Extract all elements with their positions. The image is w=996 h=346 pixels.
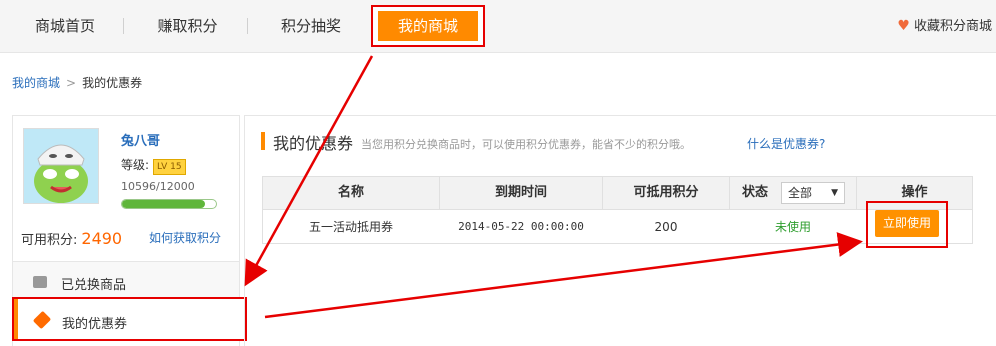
level-row: 等级: LV 15	[121, 156, 186, 175]
level-badge: LV 15	[153, 159, 186, 175]
page-title: 我的优惠券	[273, 134, 354, 153]
column-header-status: 状态	[741, 185, 768, 200]
page-description: 当您用积分兑换商品时，可以使用积分优惠券，能省不少的积分哦。	[361, 138, 691, 151]
status-filter-select[interactable]: 全部 ▼	[781, 182, 845, 204]
how-to-get-points-link[interactable]: 如何获取积分	[149, 229, 221, 246]
username[interactable]: 兔八哥	[121, 130, 160, 149]
nav-item-home[interactable]: 商城首页	[30, 0, 100, 52]
column-header-name: 名称	[337, 185, 364, 200]
sidebar-item-label: 我的优惠券	[62, 317, 128, 332]
active-indicator	[14, 299, 18, 339]
briefcase-icon	[33, 276, 47, 288]
sidebar-item-my-coupons[interactable]: 我的优惠券	[12, 297, 247, 341]
heart-icon: ♥	[897, 18, 910, 34]
nav-item-my-mall[interactable]: 我的商城	[378, 11, 478, 41]
nav-divider	[123, 18, 124, 34]
top-nav: 商城首页 赚取积分 积分抽奖 我的商城 ♥ 收藏积分商城	[0, 0, 996, 53]
favorite-mall-label: 收藏积分商城	[913, 19, 992, 34]
column-header-points: 可抵用积分	[633, 185, 699, 200]
column-header-expire: 到期时间	[494, 185, 547, 200]
points-label: 可用积分:	[21, 233, 78, 248]
level-label: 等级:	[121, 158, 150, 172]
exp-text: 10596/12000	[121, 180, 195, 193]
nav-item-lottery[interactable]: 积分抽奖	[272, 0, 350, 52]
coupon-expire: 2014-05-22 00:00:00	[458, 220, 584, 233]
breadcrumb-separator: >	[66, 76, 77, 90]
points-row: 可用积分: 2490	[21, 229, 122, 248]
nav-item-earn-points[interactable]: 赚取积分	[150, 0, 225, 52]
title-accent-bar	[261, 132, 265, 150]
breadcrumb-current: 我的优惠券	[82, 76, 143, 90]
coupon-name: 五一活动抵用券	[308, 220, 393, 234]
exp-progress-bar	[121, 199, 217, 209]
what-is-coupon-link[interactable]: 什么是优惠券?	[747, 135, 825, 152]
sidebar-item-label: 已兑换商品	[61, 278, 127, 293]
caret-down-icon: ▼	[831, 188, 838, 198]
exp-progress-fill	[122, 200, 205, 208]
breadcrumb: 我的商城 > 我的优惠券	[12, 74, 142, 91]
column-divider	[729, 177, 730, 209]
nav-divider	[247, 18, 248, 34]
coupon-status: 未使用	[774, 220, 811, 234]
nav-item-my-mall-highlight: 我的商城	[371, 5, 485, 47]
status-filter-value: 全部	[788, 186, 813, 200]
tag-icon	[32, 310, 52, 330]
breadcrumb-root[interactable]: 我的商城	[12, 76, 60, 90]
points-value: 2490	[81, 229, 123, 248]
avatar[interactable]	[23, 128, 99, 204]
coupon-points: 200	[654, 220, 678, 234]
use-now-button[interactable]: 立即使用	[875, 210, 939, 237]
favorite-mall-link[interactable]: ♥ 收藏积分商城	[897, 0, 992, 52]
use-now-highlight: 立即使用	[866, 201, 948, 248]
